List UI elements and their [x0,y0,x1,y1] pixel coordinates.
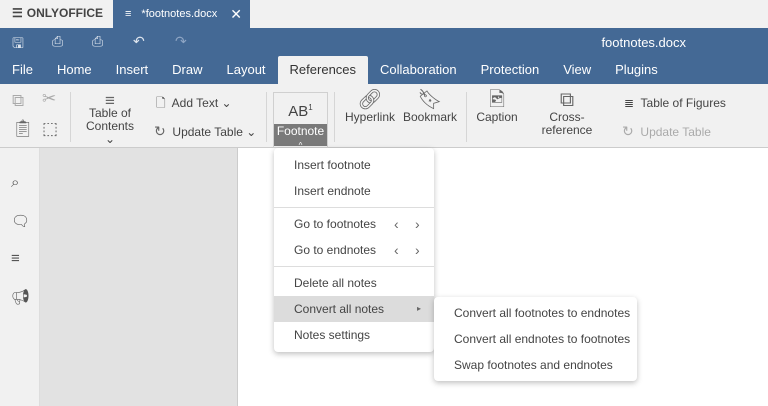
delete-all-notes-item[interactable]: Delete all notes [274,270,434,296]
insert-endnote-item[interactable]: Insert endnote [274,178,434,204]
chevron-right-icon[interactable]: › [415,237,420,263]
document-tab[interactable]: ≡ *footnotes.docx ✕ [113,0,250,28]
cross-reference-icon: ⧉ [559,89,575,111]
copy-icon[interactable]: ⧉ [12,92,24,109]
bookmark-icon: 🔖︎ [417,89,443,111]
paste-icon[interactable]: 📋︎ [12,120,34,137]
footnote-icon: AB1 [288,103,313,120]
print-icon[interactable]: ⎙ [52,33,63,50]
layers-icon: ☰ [12,6,23,20]
convert-all-notes-item[interactable]: Convert all notes ▸ [274,296,434,322]
convert-footnotes-to-endnotes-item[interactable]: Convert all footnotes to endnotes [434,300,637,326]
redo-icon[interactable]: ↷ [175,33,187,50]
tab-collaboration[interactable]: Collaboration [368,56,469,84]
table-of-figures-button[interactable]: ≣ Table of Figures [624,97,726,110]
close-icon[interactable]: ✕ [230,6,242,23]
left-panel: ⌕ 🗨︎ ≡ 📢︎ [0,148,40,406]
insert-footnote-item[interactable]: Insert footnote [274,152,434,178]
footnote-button[interactable]: AB1 Footnote ^ [273,92,328,150]
update-table-figures-button[interactable]: ↻ Update Table [622,123,711,139]
tab-protection[interactable]: Protection [469,56,552,84]
quick-print-icon[interactable]: ⎙ [92,33,103,50]
ribbon: ⧉ ✂ 📋︎ ⬚ ≡ Table of Contents ⌄ 🗋 Add Tex… [0,84,768,150]
footnote-dropdown: Insert footnote Insert endnote Go to foo… [274,148,434,352]
tab-draw[interactable]: Draw [160,56,214,84]
tab-view[interactable]: View [551,56,603,84]
menu-bar: File Home Insert Draw Layout References … [0,56,768,84]
add-text-button[interactable]: 🗋 Add Text ⌄ [156,97,232,110]
window-title: footnotes.docx [601,35,686,50]
caret-right-icon: ▸ [417,304,422,313]
refresh-icon: ↻ [154,123,166,139]
search-icon[interactable]: ⌕ [11,174,19,191]
chevron-left-icon[interactable]: ‹ [394,237,399,263]
caption-icon: 🖻 [488,89,506,111]
caption-button[interactable]: 🖻 Caption [474,89,520,124]
link-icon: 🔗︎ [357,89,383,111]
refresh-icon: ↻ [622,123,634,139]
undo-icon[interactable]: ↶ [133,33,145,50]
table-of-contents-button[interactable]: ≡ Table of Contents ⌄ [80,92,140,146]
chevron-left-icon[interactable]: ‹ [394,211,399,237]
navigation-icon[interactable]: ≡ [11,250,20,267]
tab-bar: ☰ ONLYOFFICE ≡ *footnotes.docx ✕ [0,0,768,28]
bookmark-button[interactable]: 🔖︎ Bookmark [402,89,458,124]
go-to-endnotes-item[interactable]: Go to endnotes ‹ › [274,237,434,263]
tab-home[interactable]: Home [45,56,104,84]
go-to-footnotes-item[interactable]: Go to footnotes ‹ › [274,211,434,237]
comments-icon[interactable]: 🗨︎ [11,212,30,230]
tab-references[interactable]: References [277,56,369,84]
hyperlink-button[interactable]: 🔗︎ Hyperlink [342,89,398,124]
list-icon: ≣ [624,96,635,110]
tab-insert[interactable]: Insert [104,56,161,84]
feedback-icon[interactable]: 📢︎ [11,288,30,306]
update-table-button[interactable]: ↻ Update Table ⌄ [154,123,256,139]
tab-plugins[interactable]: Plugins [603,56,670,84]
tab-layout[interactable]: Layout [215,56,278,84]
add-text-icon: 🗋 [156,96,166,110]
swap-footnotes-endnotes-item[interactable]: Swap footnotes and endnotes [434,352,637,378]
select-all-icon[interactable]: ⬚ [42,120,58,137]
hamburger-icon[interactable]: ≡ [125,8,131,20]
tab-file[interactable]: File [0,56,45,84]
document-tab-title: *footnotes.docx [141,8,218,20]
quick-access-bar: 🖫 ⎙ ⎙ ↶ ↷ footnotes.docx [0,28,768,56]
convert-submenu: Convert all footnotes to endnotes Conver… [434,297,637,381]
convert-endnotes-to-footnotes-item[interactable]: Convert all endnotes to footnotes [434,326,637,352]
logo: ☰ ONLYOFFICE [12,6,103,20]
save-icon[interactable]: 🖫 [12,33,24,57]
chevron-right-icon[interactable]: › [415,211,420,237]
notes-settings-item[interactable]: Notes settings [274,322,434,348]
cross-reference-button[interactable]: ⧉ Cross-reference [524,89,610,137]
canvas-background [40,148,238,406]
cut-icon[interactable]: ✂ [42,90,56,107]
